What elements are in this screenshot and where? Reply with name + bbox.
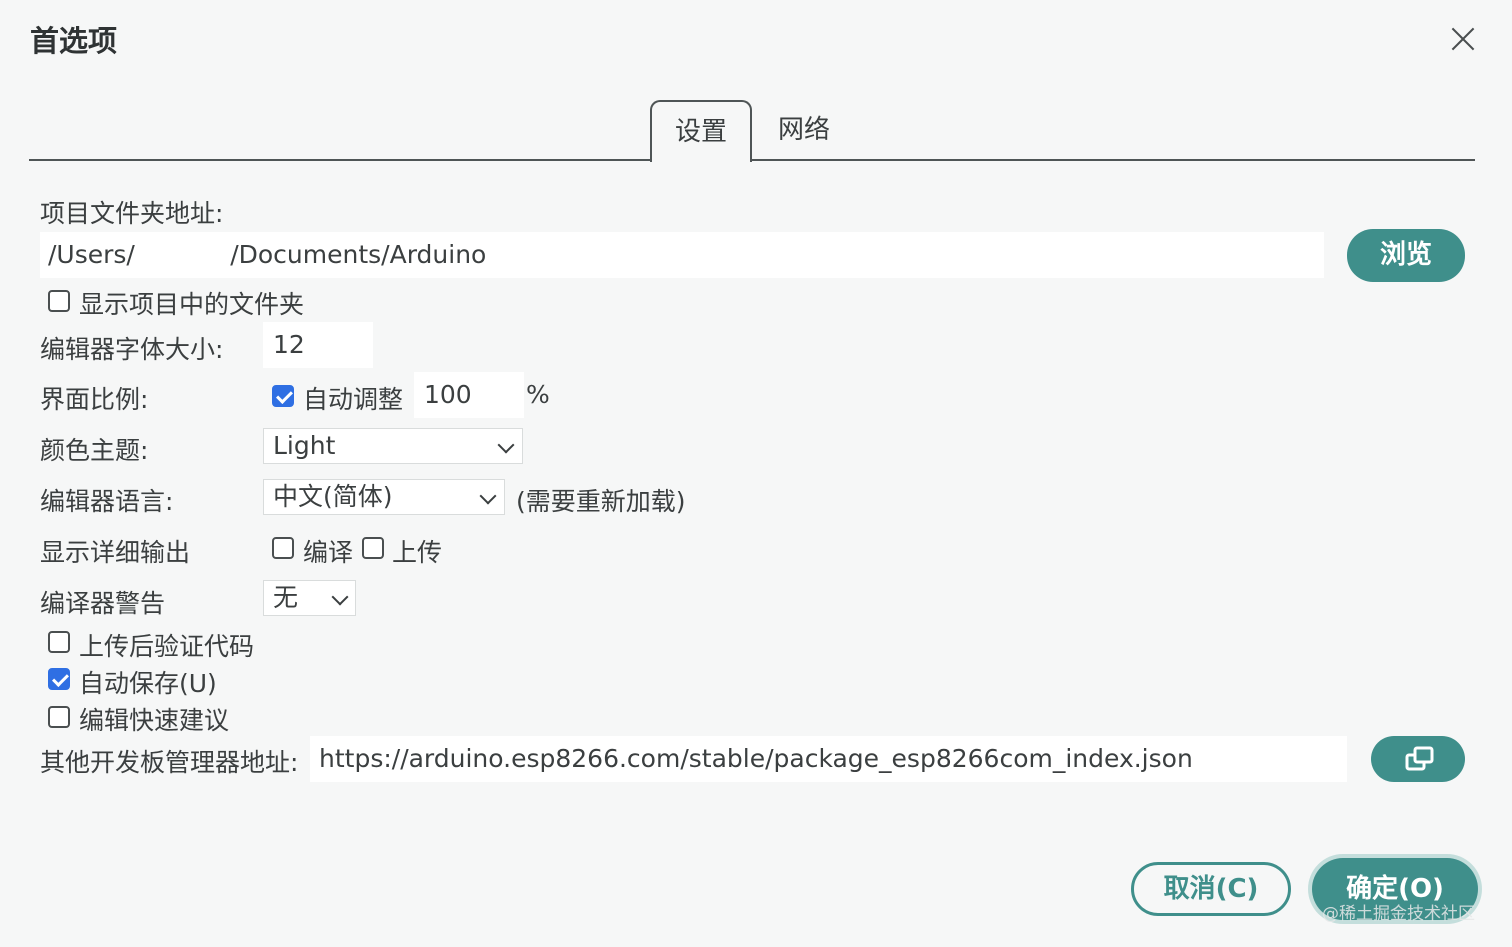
- language-note: (需要重新加载): [516, 487, 686, 516]
- close-icon[interactable]: [1446, 22, 1480, 56]
- board-urls-label: 其他开发板管理器地址:: [40, 748, 299, 777]
- verbose-upload-checkbox[interactable]: [362, 537, 384, 559]
- verbose-label: 显示详细输出: [40, 538, 191, 567]
- language-label: 编辑器语言:: [40, 487, 174, 516]
- warnings-select[interactable]: 无: [263, 580, 356, 616]
- scale-unit: %: [526, 380, 550, 409]
- warnings-label: 编译器警告: [40, 589, 166, 618]
- show-files-checkbox[interactable]: [48, 290, 70, 312]
- tab-network[interactable]: 网络: [762, 100, 846, 160]
- board-urls-input[interactable]: https://arduino.esp8266.com/stable/packa…: [310, 736, 1347, 782]
- verbose-compile-label: 编译: [303, 538, 354, 567]
- verify-checkbox[interactable]: [48, 631, 70, 653]
- chevron-down-icon: [331, 588, 349, 606]
- scale-label: 界面比例:: [40, 385, 149, 414]
- show-files-label: 显示项目中的文件夹: [79, 290, 305, 319]
- theme-label: 颜色主题:: [40, 436, 149, 465]
- dialog-title: 首选项: [30, 24, 118, 58]
- watermark: @稀土掘金技术社区: [1322, 904, 1475, 924]
- quick-suggest-label: 编辑快速建议: [79, 706, 230, 735]
- cancel-button[interactable]: 取消(C): [1131, 862, 1291, 916]
- auto-scale-checkbox[interactable]: [272, 385, 294, 407]
- quick-suggest-checkbox[interactable]: [48, 706, 70, 728]
- preferences-dialog: 首选项 设置 网络 项目文件夹地址: /Users/ /Documents/Ar…: [0, 0, 1512, 947]
- theme-select-value: Light: [273, 431, 336, 460]
- verbose-compile-checkbox[interactable]: [272, 537, 294, 559]
- language-select-value: 中文(简体): [273, 482, 393, 511]
- board-urls-button[interactable]: [1371, 736, 1465, 782]
- language-select[interactable]: 中文(简体): [263, 479, 505, 515]
- autosave-label: 自动保存(U): [79, 669, 217, 698]
- sketchbook-path-input[interactable]: /Users/ /Documents/Arduino: [40, 232, 1324, 278]
- browse-button[interactable]: 浏览: [1347, 229, 1465, 282]
- verify-label: 上传后验证代码: [79, 632, 255, 661]
- auto-scale-label: 自动调整: [303, 385, 404, 414]
- warnings-select-value: 无: [273, 583, 299, 612]
- autosave-checkbox[interactable]: [48, 668, 70, 690]
- sketchbook-label: 项目文件夹地址:: [40, 199, 224, 228]
- theme-select[interactable]: Light: [263, 428, 523, 464]
- chevron-down-icon: [497, 436, 515, 454]
- tab-settings[interactable]: 设置: [650, 100, 752, 162]
- tab-divider: [29, 159, 1475, 161]
- open-window-icon: [1405, 746, 1434, 771]
- font-size-label: 编辑器字体大小:: [40, 335, 224, 364]
- scale-input[interactable]: 100: [414, 372, 524, 418]
- font-size-input[interactable]: 12: [263, 322, 373, 368]
- verbose-upload-label: 上传: [392, 538, 443, 567]
- chevron-down-icon: [479, 487, 497, 505]
